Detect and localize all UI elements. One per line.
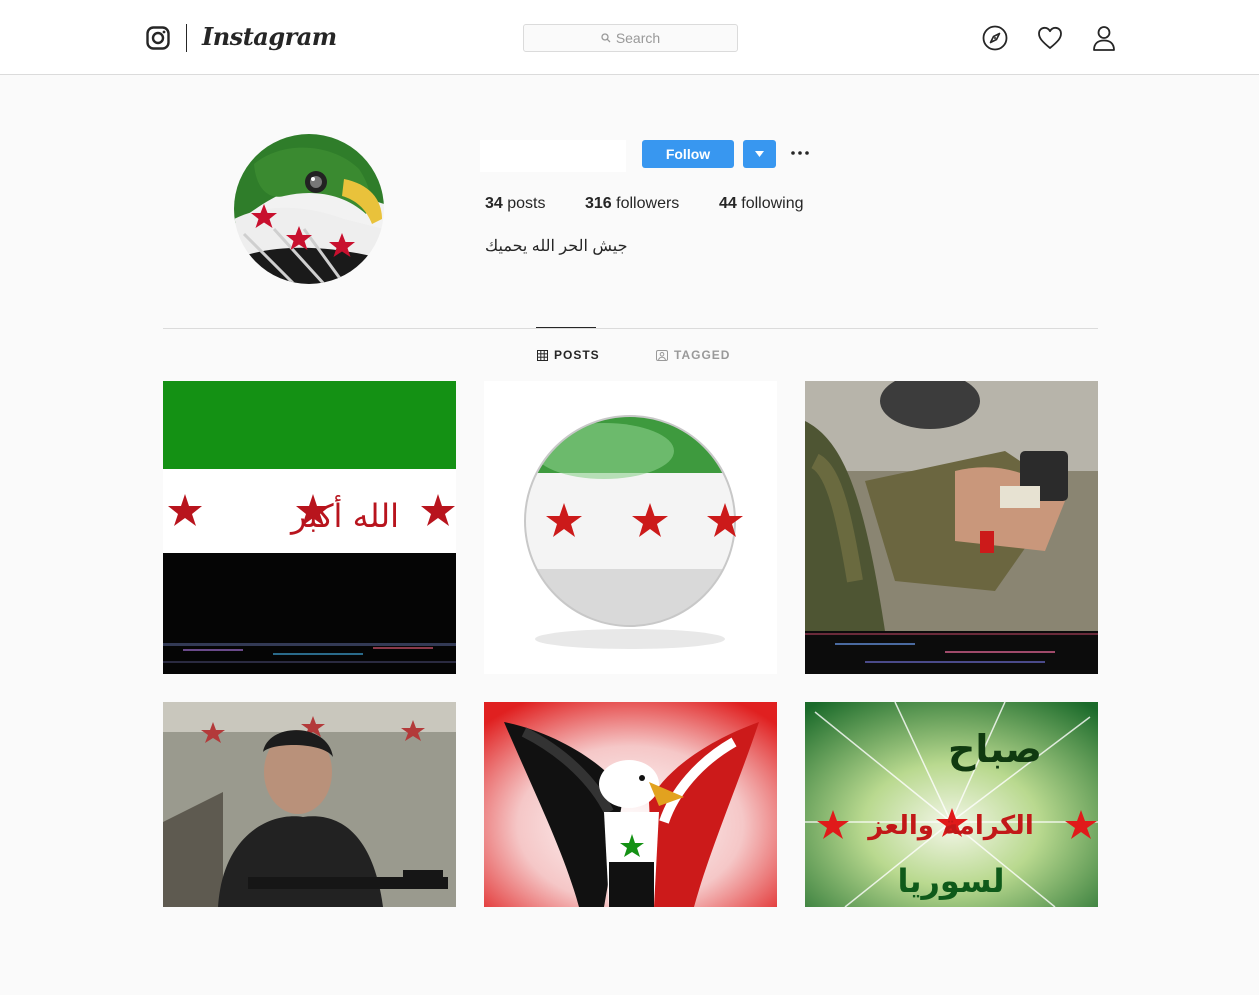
followers-stat[interactable]: 316 followers <box>585 195 679 213</box>
soldier-photo-image <box>805 381 1098 674</box>
followers-label: followers <box>616 195 680 212</box>
following-count: 44 <box>719 195 737 212</box>
post-thumbnail[interactable] <box>484 381 777 674</box>
profile-avatar <box>234 134 384 284</box>
card-line3: لسوريا <box>897 862 1004 900</box>
caret-down-icon <box>755 151 764 157</box>
tab-tagged[interactable]: TAGGED <box>656 348 730 362</box>
post-thumbnail[interactable] <box>163 702 456 995</box>
post-thumbnail[interactable]: الله أكبر <box>163 381 456 674</box>
post-thumbnail[interactable]: صباح الكرامة والعز لسوريا <box>805 702 1098 995</box>
post-thumbnail[interactable] <box>484 702 777 995</box>
instagram-wordmark[interactable]: Instagram <box>202 22 337 51</box>
tab-posts[interactable]: POSTS <box>537 348 600 362</box>
flag-sphere-image <box>484 381 777 674</box>
grid-icon <box>537 349 548 361</box>
bio-text: جيش الحر الله يحميك <box>485 238 628 255</box>
search-placeholder: Search <box>615 30 661 46</box>
tabs-divider <box>163 328 1098 329</box>
tab-tagged-label: TAGGED <box>674 348 731 362</box>
more-options-button[interactable] <box>789 143 811 163</box>
posts-count: 34 <box>485 195 503 212</box>
profile-username <box>480 140 626 172</box>
explore-compass-icon[interactable] <box>982 25 1008 51</box>
following-stat[interactable]: 44 following <box>719 195 804 213</box>
card-line2: الكرامة والعز <box>866 811 1033 841</box>
search-input[interactable]: Search <box>523 24 738 52</box>
top-navigation-bar: Instagram Search <box>0 0 1259 75</box>
ellipsis-icon <box>791 151 809 155</box>
instagram-logo-icon[interactable] <box>146 26 170 50</box>
follow-button[interactable]: Follow <box>642 140 734 168</box>
suggestions-dropdown-button[interactable] <box>743 140 776 168</box>
posts-count-stat: 34 posts <box>485 195 546 213</box>
tagged-person-icon <box>656 349 668 361</box>
eagle-flag-image <box>484 702 777 907</box>
armed-man-image <box>163 702 456 907</box>
posts-label: posts <box>507 195 546 212</box>
search-icon <box>601 33 611 43</box>
flag-arabic-text: الله أكبر <box>289 495 399 535</box>
profile-person-icon[interactable] <box>1091 25 1117 51</box>
greeting-card-image: صباح الكرامة والعز لسوريا <box>805 702 1098 907</box>
post-thumbnail[interactable] <box>805 381 1098 674</box>
following-label: following <box>741 195 804 212</box>
active-tab-indicator <box>536 327 596 328</box>
card-line1: صباح <box>948 727 1042 771</box>
activity-heart-icon[interactable] <box>1037 25 1063 51</box>
profile-bio: جيش الحر الله يحميك <box>485 236 685 256</box>
eagle-flag-avatar-image <box>234 134 384 284</box>
tab-posts-label: POSTS <box>554 348 600 362</box>
flag-post-image: الله أكبر <box>163 381 456 674</box>
followers-count: 316 <box>585 195 612 212</box>
logo-divider <box>186 24 187 52</box>
